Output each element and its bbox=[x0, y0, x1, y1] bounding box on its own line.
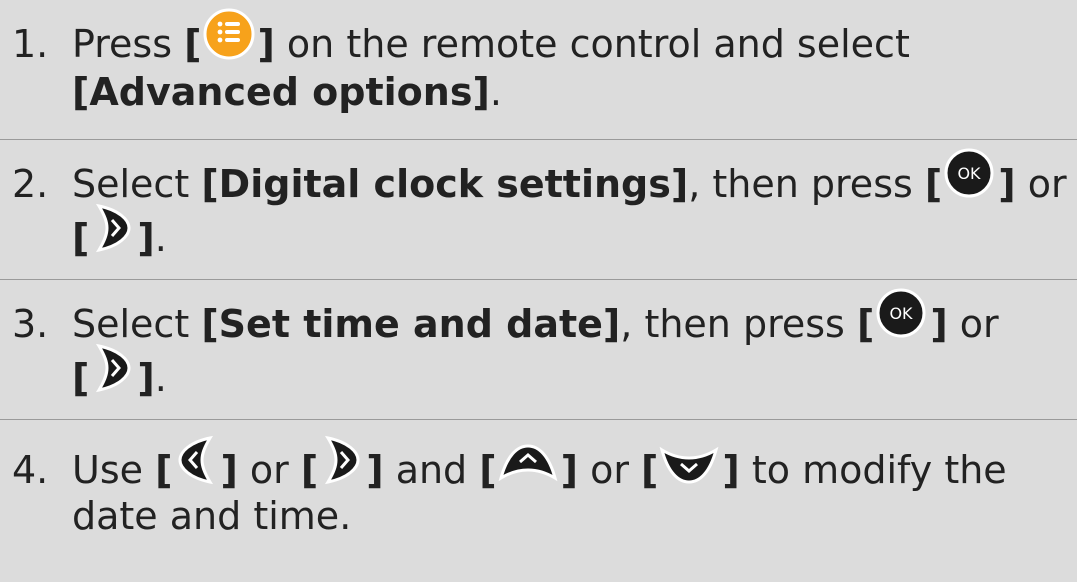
step-text: or bbox=[1015, 162, 1067, 206]
step-text: and bbox=[383, 448, 480, 492]
step-text: . bbox=[154, 216, 167, 260]
svg-text:OK: OK bbox=[958, 164, 982, 183]
right-arrow-icon bbox=[318, 435, 366, 492]
bracket: ] bbox=[137, 356, 155, 400]
step-2-line-1: 2. Select [Digital clock settings], then … bbox=[12, 148, 1067, 206]
step-text: Select bbox=[72, 302, 202, 346]
up-arrow-icon bbox=[497, 444, 561, 492]
step-text: to modify the bbox=[739, 448, 1007, 492]
step-text: on the remote control and select bbox=[274, 22, 910, 66]
svg-text:OK: OK bbox=[890, 304, 914, 323]
step-number: 4. bbox=[12, 448, 49, 492]
down-arrow-icon bbox=[658, 446, 722, 492]
bracket: [ bbox=[641, 448, 659, 492]
step-text: date and time. bbox=[72, 494, 352, 538]
menu-option-advanced-options: [Advanced options] bbox=[72, 70, 490, 114]
bracket: [ bbox=[72, 216, 90, 260]
step-2-line-2: [ ]. bbox=[72, 203, 167, 260]
step-1-line-1: 1. Press [ ] on the remote control and se… bbox=[12, 8, 910, 66]
bracket: ] bbox=[257, 22, 275, 66]
right-arrow-icon bbox=[89, 343, 137, 400]
bracket: [ bbox=[300, 448, 319, 492]
right-arrow-icon bbox=[89, 203, 137, 260]
bracket: [ bbox=[184, 22, 202, 66]
ok-icon: OK bbox=[942, 148, 998, 206]
step-4: 4. Use [ ] or [ ] and [ ] or [] to modi… bbox=[0, 420, 1077, 582]
step-number: 2. bbox=[12, 162, 49, 206]
step-text: or bbox=[237, 448, 301, 492]
step-text: , then press bbox=[620, 302, 857, 346]
step-text: or bbox=[578, 448, 642, 492]
step-1-line-2: [Advanced options]. bbox=[72, 70, 502, 114]
step-text: , then press bbox=[688, 162, 925, 206]
step-1: 1. Press [ ] on the remote control and se… bbox=[0, 0, 1077, 140]
step-3: 3. Select [Set time and date], then press… bbox=[0, 280, 1077, 420]
bracket: [ bbox=[479, 448, 497, 492]
bracket: ] bbox=[998, 162, 1016, 206]
bracket: [ bbox=[924, 162, 943, 206]
step-3-line-1: 3. Select [Set time and date], then press… bbox=[12, 288, 999, 346]
bracket: ] bbox=[220, 448, 238, 492]
step-text: . bbox=[154, 356, 167, 400]
step-text: or bbox=[947, 302, 999, 346]
bracket: ] bbox=[722, 448, 740, 492]
instruction-steps: 1. Press [ ] on the remote control and se… bbox=[0, 0, 1077, 582]
step-text: Press bbox=[72, 22, 185, 66]
menu-option-set-time-and-date: [Set time and date] bbox=[201, 302, 621, 346]
step-text: . bbox=[489, 70, 502, 114]
step-text: Select bbox=[72, 162, 202, 206]
bracket: ] bbox=[366, 448, 384, 492]
step-3-line-2: [ ]. bbox=[72, 343, 167, 400]
bracket: [ bbox=[155, 448, 173, 492]
step-number: 1. bbox=[12, 22, 49, 66]
ok-icon: OK bbox=[874, 288, 930, 346]
step-number: 3. bbox=[12, 302, 49, 346]
step-text: Use bbox=[72, 448, 156, 492]
bracket: [ bbox=[72, 356, 90, 400]
menu-option-digital-clock-settings: [Digital clock settings] bbox=[201, 162, 689, 206]
left-arrow-icon bbox=[172, 435, 220, 492]
bracket: [ bbox=[856, 302, 875, 346]
bracket: ] bbox=[930, 302, 948, 346]
bracket: ] bbox=[560, 448, 579, 492]
bracket: ] bbox=[137, 216, 155, 260]
menu-icon bbox=[201, 8, 257, 66]
step-4-line-1: 4. Use [ ] or [ ] and [ ] or [] to modi… bbox=[12, 435, 1007, 492]
step-2: 2. Select [Digital clock settings], then … bbox=[0, 140, 1077, 280]
step-4-line-2: date and time. bbox=[72, 494, 351, 538]
